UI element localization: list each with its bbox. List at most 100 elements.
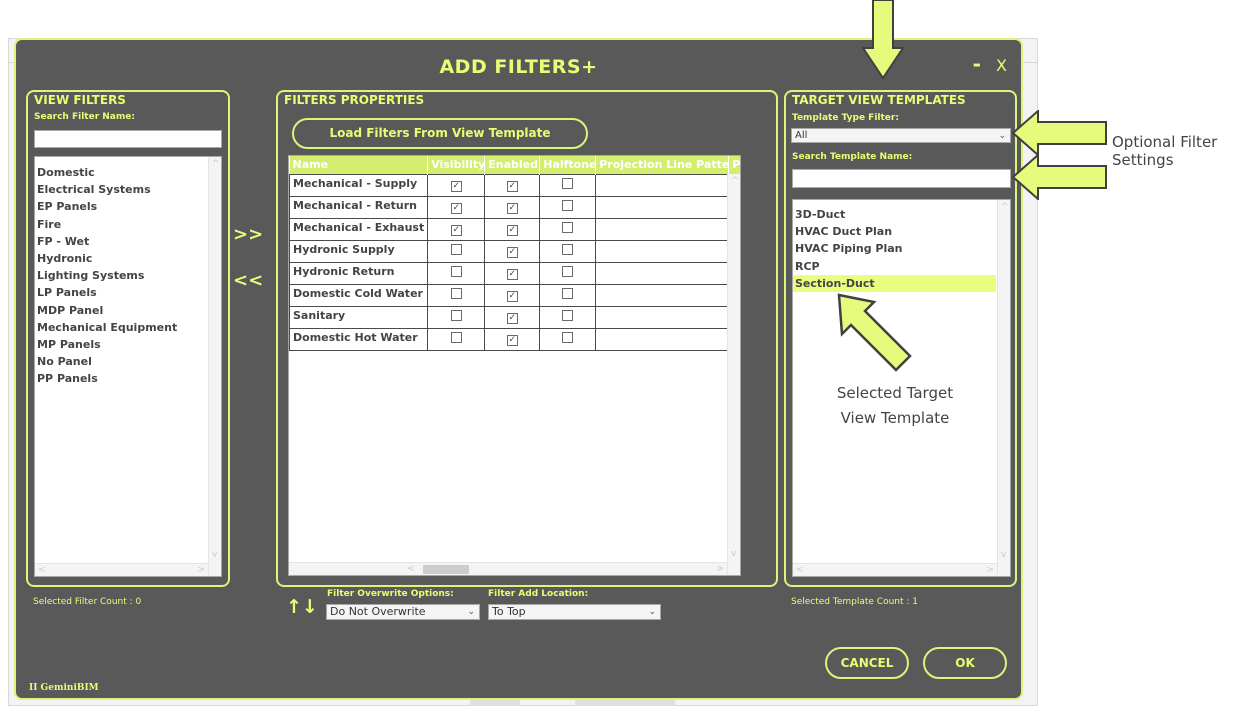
table-row[interactable]: Sanitary ✓ xyxy=(289,305,740,329)
visibility-checkbox[interactable] xyxy=(450,310,462,321)
halftone-checkbox[interactable] xyxy=(562,288,574,299)
scroll-right-icon[interactable]: > xyxy=(716,564,724,574)
list-item[interactable]: PP Panels xyxy=(35,370,221,387)
projection-line-pattern-cell[interactable] xyxy=(595,195,730,219)
check-icon: ✓ xyxy=(508,335,516,345)
column-header[interactable]: Proje xyxy=(728,156,740,174)
column-header[interactable]: Halftone xyxy=(539,156,597,174)
vertical-scrollbar[interactable]: ^ v xyxy=(727,174,740,575)
horizontal-scrollbar[interactable]: < > xyxy=(289,562,727,575)
list-item[interactable]: 3D-Duct xyxy=(793,206,996,223)
list-item[interactable]: Lighting Systems xyxy=(35,267,221,284)
enabled-checkbox[interactable]: ✓ xyxy=(506,291,518,302)
visibility-checkbox[interactable]: ✓ xyxy=(450,225,462,236)
table-row[interactable]: Mechanical - Supply ✓ ✓ xyxy=(289,173,740,197)
view-filters-list[interactable]: Domestic Electrical Systems EP Panels Fire F… xyxy=(34,156,222,577)
list-item[interactable]: Fire xyxy=(35,216,221,233)
visibility-checkbox[interactable]: ✓ xyxy=(450,181,462,192)
list-item[interactable]: LP Panels xyxy=(35,284,221,301)
list-item[interactable]: Hydronic xyxy=(35,250,221,267)
background-tab xyxy=(470,700,520,706)
projection-line-pattern-cell[interactable] xyxy=(595,261,730,285)
list-item[interactable]: MP Panels xyxy=(35,336,221,353)
scroll-up-icon[interactable]: ^ xyxy=(731,176,739,186)
projection-line-pattern-cell[interactable] xyxy=(595,173,730,197)
list-item[interactable]: MDP Panel xyxy=(35,302,221,319)
visibility-checkbox[interactable] xyxy=(450,244,462,255)
ok-button[interactable]: OK xyxy=(923,647,1007,679)
table-row[interactable]: Hydronic Return✓R xyxy=(289,261,740,285)
halftone-checkbox[interactable] xyxy=(562,244,574,255)
projection-line-pattern-cell[interactable] xyxy=(595,327,730,351)
scroll-up-icon[interactable]: ^ xyxy=(212,159,220,169)
projection-line-pattern-cell[interactable] xyxy=(595,305,730,329)
scroll-left-icon[interactable]: < xyxy=(407,564,415,574)
load-filters-button[interactable]: Load Filters From View Template xyxy=(292,118,588,149)
scroll-up-icon[interactable]: ^ xyxy=(1001,202,1009,212)
table-row[interactable]: Domestic Hot Water ✓ xyxy=(289,327,740,351)
list-item[interactable]: HVAC Piping Plan xyxy=(793,240,996,257)
table-row[interactable]: Hydronic Supply✓R xyxy=(289,239,740,263)
visibility-checkbox[interactable] xyxy=(450,288,462,299)
table-row[interactable]: Domestic Cold Water ✓ xyxy=(289,283,740,307)
list-item[interactable]: Domestic xyxy=(35,164,221,181)
scroll-right-icon[interactable]: > xyxy=(197,565,205,575)
vertical-scrollbar[interactable]: ^ v xyxy=(208,157,221,576)
scroll-down-icon[interactable]: v xyxy=(212,550,217,560)
enabled-checkbox[interactable]: ✓ xyxy=(506,225,518,236)
halftone-checkbox[interactable] xyxy=(562,310,574,321)
list-item[interactable]: FP - Wet xyxy=(35,233,221,250)
list-item[interactable]: HVAC Duct Plan xyxy=(793,223,996,240)
halftone-checkbox[interactable] xyxy=(562,178,574,189)
scroll-left-icon[interactable]: < xyxy=(796,565,804,575)
visibility-checkbox[interactable] xyxy=(450,266,462,277)
table-row[interactable]: Mechanical - Exhaust✓✓R xyxy=(289,217,740,241)
add-location-select[interactable]: To Top ⌄ xyxy=(488,604,661,620)
vertical-scrollbar[interactable]: ^ v xyxy=(997,200,1010,576)
halftone-checkbox[interactable] xyxy=(562,332,574,343)
halftone-checkbox[interactable] xyxy=(562,266,574,277)
template-type-select[interactable]: All ⌄ xyxy=(791,128,1011,143)
close-button[interactable]: X xyxy=(996,56,1007,75)
projection-line-pattern-cell[interactable] xyxy=(595,239,730,263)
sort-arrows-button[interactable]: ↑↓ xyxy=(286,596,318,618)
scroll-down-icon[interactable]: v xyxy=(731,549,736,559)
scroll-down-icon[interactable]: v xyxy=(1001,550,1006,560)
halftone-checkbox[interactable] xyxy=(562,200,574,211)
enabled-checkbox[interactable]: ✓ xyxy=(506,313,518,324)
enabled-checkbox[interactable]: ✓ xyxy=(506,335,518,346)
column-header[interactable]: Enabled xyxy=(484,156,541,174)
projection-line-pattern-cell[interactable] xyxy=(595,283,730,307)
list-item[interactable]: EP Panels xyxy=(35,198,221,215)
halftone-checkbox[interactable] xyxy=(562,222,574,233)
visibility-checkbox[interactable] xyxy=(450,332,462,343)
projection-line-pattern-cell[interactable] xyxy=(595,217,730,241)
cancel-button[interactable]: CANCEL xyxy=(825,647,909,679)
overwrite-options-select[interactable]: Do Not Overwrite ⌄ xyxy=(326,604,480,620)
table-row[interactable]: Mechanical - Return ✓ ✓ xyxy=(289,195,740,219)
scroll-thumb[interactable] xyxy=(423,565,469,574)
scroll-right-icon[interactable]: > xyxy=(986,565,994,575)
search-template-input[interactable] xyxy=(792,169,1011,188)
enabled-checkbox[interactable]: ✓ xyxy=(506,203,518,214)
visibility-checkbox[interactable]: ✓ xyxy=(450,203,462,214)
list-item[interactable]: RCP xyxy=(793,258,996,275)
list-item[interactable]: Section-Duct xyxy=(793,274,996,293)
enabled-checkbox[interactable]: ✓ xyxy=(506,181,518,192)
remove-filter-button[interactable]: << xyxy=(233,270,263,291)
horizontal-scrollbar[interactable]: < > xyxy=(793,563,997,576)
horizontal-scrollbar[interactable]: < > xyxy=(35,563,208,576)
column-header[interactable]: Visibility xyxy=(427,156,486,174)
list-item[interactable]: Electrical Systems xyxy=(35,181,221,198)
column-header[interactable]: Projection Line Pattern xyxy=(595,156,730,174)
enabled-checkbox[interactable]: ✓ xyxy=(506,247,518,258)
scroll-left-icon[interactable]: < xyxy=(38,565,46,575)
list-item[interactable]: Mechanical Equipment xyxy=(35,319,221,336)
list-item[interactable]: No Panel xyxy=(35,353,221,370)
filters-grid[interactable]: Name Visibility Enabled Halftone Projection … xyxy=(288,155,741,576)
column-header[interactable]: Name xyxy=(289,156,429,174)
minimize-button[interactable]: - xyxy=(973,52,981,76)
search-filter-input[interactable] xyxy=(34,130,222,148)
enabled-checkbox[interactable]: ✓ xyxy=(506,269,518,280)
add-filter-button[interactable]: >> xyxy=(233,224,263,245)
